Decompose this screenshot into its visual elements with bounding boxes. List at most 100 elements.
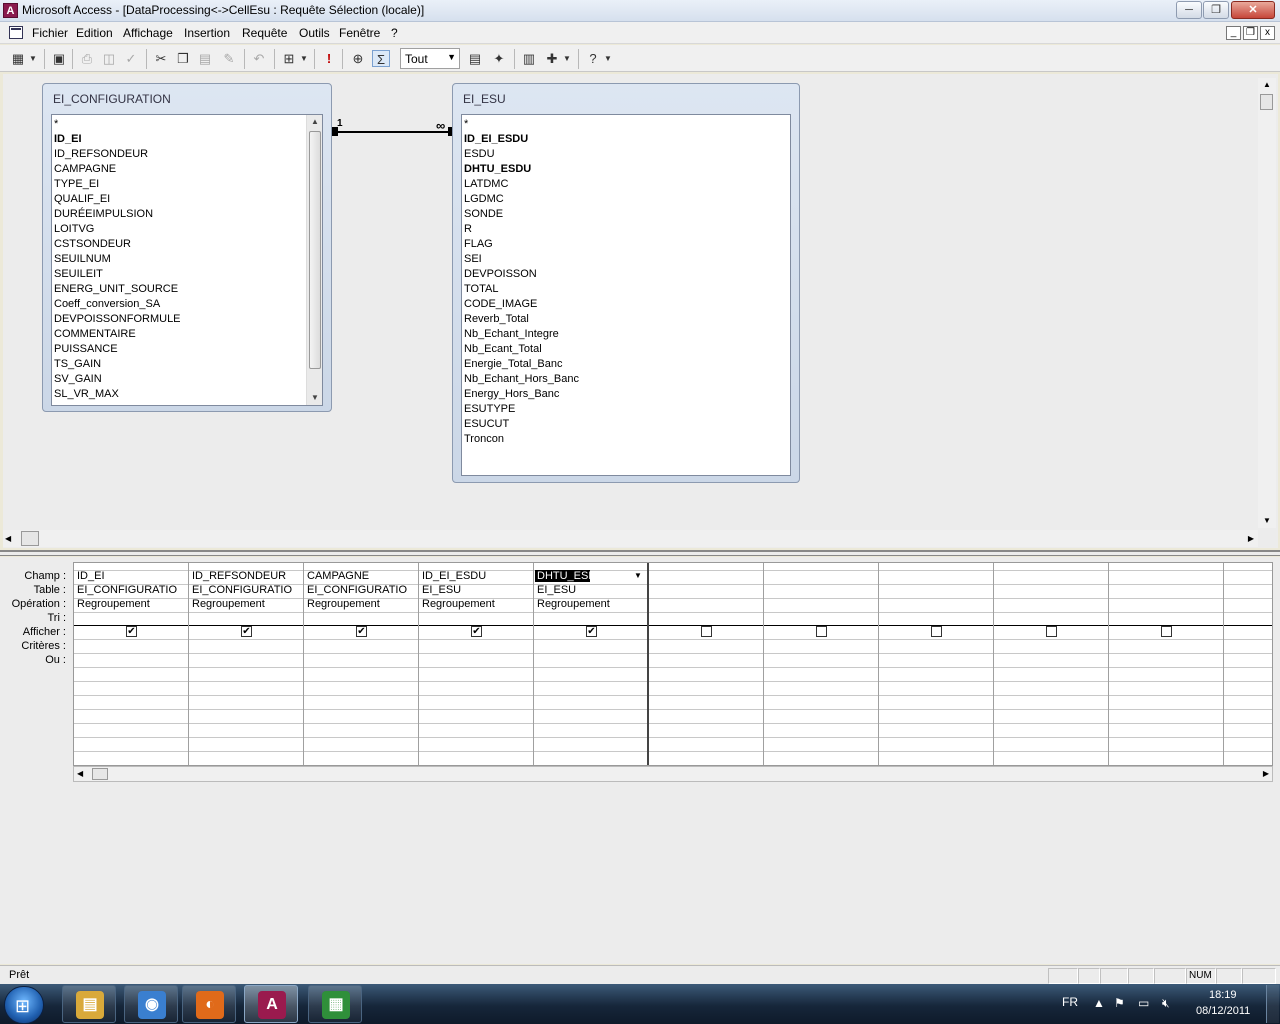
show-checkbox[interactable]: ✔ bbox=[241, 626, 252, 637]
field-item[interactable]: ESDU bbox=[464, 147, 495, 162]
field-item[interactable]: CAMPAGNE bbox=[54, 162, 116, 177]
new-object-icon[interactable]: ✚ bbox=[543, 50, 561, 67]
scroll-thumb[interactable] bbox=[309, 131, 321, 369]
field-item[interactable]: CODE_IMAGE bbox=[464, 297, 537, 312]
top-values-select[interactable]: Tout ▼ bbox=[400, 48, 460, 69]
field-item[interactable]: Energy_Hors_Banc bbox=[464, 387, 559, 402]
show-checkbox[interactable] bbox=[816, 626, 827, 637]
cut-icon[interactable]: ✂ bbox=[152, 50, 170, 67]
show-hidden-icons-icon[interactable]: ▲ bbox=[1093, 996, 1105, 1010]
query-design-grid[interactable]: ID_EI EI_CONFIGURATIO Regroupement ✔ ID_REFS… bbox=[73, 562, 1273, 766]
scroll-thumb[interactable] bbox=[21, 531, 39, 546]
taskbar-app-messenger[interactable]: ◉ bbox=[124, 985, 178, 1023]
grid-cell-champ[interactable]: CAMPAGNE bbox=[305, 570, 417, 582]
grid-cell-table[interactable]: EI_ESU bbox=[535, 584, 647, 596]
field-item[interactable]: Reverb_Total bbox=[464, 312, 529, 327]
clock-date[interactable]: 08/12/2011 bbox=[1196, 1005, 1250, 1017]
field-item[interactable]: LGDMC bbox=[464, 192, 504, 207]
taskbar-app-explorer[interactable]: ▤ bbox=[62, 985, 116, 1023]
scroll-left-icon[interactable]: ◀ bbox=[5, 530, 11, 547]
field-item[interactable]: SEUILNUM bbox=[54, 252, 111, 267]
field-item[interactable]: TOTAL bbox=[464, 282, 498, 297]
grid-column[interactable] bbox=[764, 563, 879, 765]
field-item[interactable]: COMMENTAIRE bbox=[54, 327, 136, 342]
field-item[interactable]: SEUILEIT bbox=[54, 267, 103, 282]
totals-icon[interactable]: Σ bbox=[372, 50, 390, 67]
action-center-flag-icon[interactable]: ⚑ bbox=[1114, 996, 1125, 1010]
grid-cell-table[interactable]: EI_CONFIGURATIO bbox=[190, 584, 302, 596]
field-item[interactable]: DEVPOISSONFORMULE bbox=[54, 312, 181, 327]
grid-cell-operation[interactable]: Regroupement bbox=[190, 598, 302, 610]
scroll-up-icon[interactable]: ▲ bbox=[307, 115, 322, 129]
menu-affichage[interactable]: Affichage bbox=[123, 26, 173, 40]
field-item[interactable]: ESUTYPE bbox=[464, 402, 515, 417]
menu-edition[interactable]: Edition bbox=[76, 26, 113, 40]
grid-cell-champ[interactable]: DHTU_ESDU bbox=[535, 570, 590, 582]
grid-cell-operation[interactable]: Regroupement bbox=[535, 598, 647, 610]
field-item[interactable]: R bbox=[464, 222, 472, 237]
close-button[interactable]: ✕ bbox=[1231, 1, 1275, 19]
field-item[interactable]: DHTU_ESDU bbox=[464, 162, 531, 177]
view-dropdown-icon[interactable]: ▼ bbox=[28, 50, 38, 67]
taskbar-app-access[interactable]: A bbox=[244, 985, 298, 1023]
field-item[interactable]: LOITVG bbox=[54, 222, 94, 237]
spelling-icon[interactable]: ✓ bbox=[122, 50, 140, 67]
field-item[interactable]: QUALIF_EI bbox=[54, 192, 110, 207]
query-type-icon[interactable]: ⊞ bbox=[280, 50, 298, 67]
field-item[interactable]: LATDMC bbox=[464, 177, 508, 192]
grid-cell-champ[interactable]: ID_REFSONDEUR bbox=[190, 570, 302, 582]
field-item[interactable]: ID_REFSONDEUR bbox=[54, 147, 148, 162]
view-icon[interactable]: ▦ bbox=[9, 50, 27, 67]
show-checkbox[interactable]: ✔ bbox=[356, 626, 367, 637]
print-preview-icon[interactable]: ◫ bbox=[100, 50, 118, 67]
document-menu-icon[interactable] bbox=[9, 26, 23, 39]
database-window-icon[interactable]: ▥ bbox=[520, 50, 538, 67]
field-item[interactable]: Troncon bbox=[464, 432, 504, 447]
mdi-close-button[interactable]: x bbox=[1260, 26, 1275, 40]
scroll-up-icon[interactable]: ▲ bbox=[1258, 78, 1276, 92]
properties-icon[interactable]: ▤ bbox=[466, 50, 484, 67]
menu-requete[interactable]: Requête bbox=[242, 26, 287, 40]
taskbar-app-firefox[interactable]: ◐ bbox=[182, 985, 236, 1023]
show-checkbox[interactable] bbox=[701, 626, 712, 637]
grid-cell-table[interactable]: EI_CONFIGURATIO bbox=[75, 584, 187, 596]
field-item[interactable]: SEI bbox=[464, 252, 482, 267]
show-checkbox[interactable]: ✔ bbox=[586, 626, 597, 637]
field-item[interactable]: DURÉEIMPULSION bbox=[54, 207, 153, 222]
grid-column[interactable] bbox=[1109, 563, 1224, 765]
toolbar-options-icon[interactable]: ▼ bbox=[603, 50, 613, 67]
show-desktop-button[interactable] bbox=[1266, 985, 1279, 1023]
grid-cell-operation[interactable]: Regroupement bbox=[75, 598, 187, 610]
scroll-thumb[interactable] bbox=[92, 768, 108, 780]
save-icon[interactable]: ▣ bbox=[50, 50, 68, 67]
language-indicator[interactable]: FR bbox=[1062, 995, 1078, 1009]
field-item[interactable]: SV_GAIN bbox=[54, 372, 102, 387]
menu-outils[interactable]: Outils bbox=[299, 26, 330, 40]
grid-column[interactable] bbox=[994, 563, 1109, 765]
paste-icon[interactable]: ▤ bbox=[196, 50, 214, 67]
clock-time[interactable]: 18:19 bbox=[1209, 989, 1237, 1001]
show-checkbox[interactable]: ✔ bbox=[471, 626, 482, 637]
mdi-minimize-button[interactable]: _ bbox=[1226, 26, 1241, 40]
grid-cell-operation[interactable]: Regroupement bbox=[420, 598, 532, 610]
show-checkbox[interactable] bbox=[931, 626, 942, 637]
field-item[interactable]: Coeff_conversion_SA bbox=[54, 297, 160, 312]
mdi-restore-button[interactable]: ❐ bbox=[1243, 26, 1258, 40]
field-item[interactable]: FLAG bbox=[464, 237, 493, 252]
design-pane-vertical-scrollbar[interactable]: ▲ ▼ bbox=[1258, 78, 1276, 528]
copy-icon[interactable]: ❐ bbox=[174, 50, 192, 67]
start-button[interactable]: ⊞ bbox=[4, 986, 44, 1024]
window-titlebar[interactable]: A Microsoft Access - [DataProcessing<->C… bbox=[0, 0, 1280, 22]
taskbar-app-calc[interactable]: ▦ bbox=[308, 985, 362, 1023]
scroll-down-icon[interactable]: ▼ bbox=[1258, 514, 1276, 528]
grid-cell-table[interactable]: EI_CONFIGURATIO bbox=[305, 584, 417, 596]
minimize-button[interactable]: ─ bbox=[1176, 1, 1202, 19]
query-type-dropdown-icon[interactable]: ▼ bbox=[299, 50, 309, 67]
help-icon[interactable]: ? bbox=[584, 50, 602, 67]
grid-horizontal-scrollbar[interactable]: ◀ ▶ bbox=[73, 766, 1273, 782]
format-painter-icon[interactable]: ✎ bbox=[220, 50, 238, 67]
scroll-left-icon[interactable]: ◀ bbox=[77, 767, 83, 781]
grid-cell-champ[interactable]: ID_EI_ESDU bbox=[420, 570, 532, 582]
pane-splitter[interactable] bbox=[0, 550, 1280, 556]
show-checkbox[interactable]: ✔ bbox=[126, 626, 137, 637]
